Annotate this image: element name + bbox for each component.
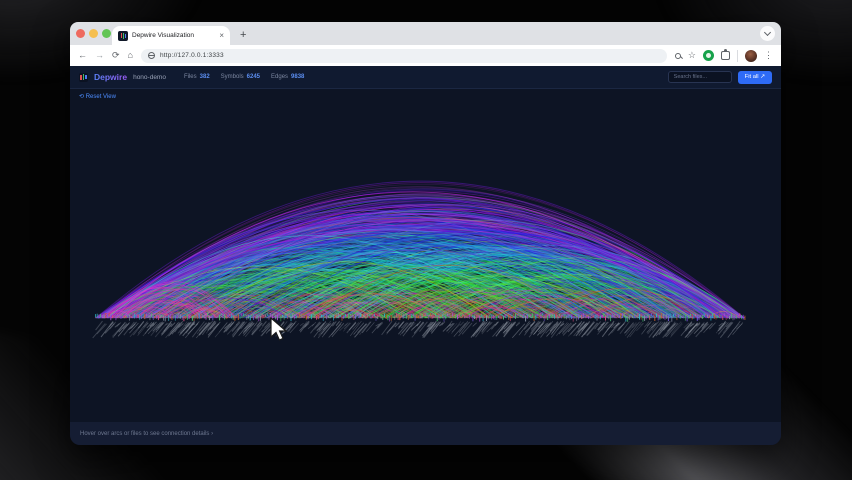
stats-bar: Files 382 Symbols 6245 Edges 9838	[184, 74, 304, 80]
app-footer: Hover over arcs or files to see connecti…	[70, 422, 781, 445]
depwire-logo-icon	[79, 72, 88, 82]
extension-icon[interactable]	[703, 50, 714, 61]
tab-search-button[interactable]	[760, 26, 775, 41]
back-button[interactable]: ←	[78, 51, 87, 60]
url-bar[interactable]: http://127.0.0.1:3333	[140, 48, 667, 63]
browser-tab[interactable]: Depwire Visualization ×	[112, 26, 230, 45]
close-window-button[interactable]	[76, 29, 85, 38]
minimize-window-button[interactable]	[89, 29, 98, 38]
tab-close-icon[interactable]: ×	[219, 31, 224, 40]
browser-toolbar: ← → ⟳ ⌂ http://127.0.0.1:3333 ☆ ⋮	[70, 45, 781, 66]
stat-edges: Edges 9838	[271, 74, 305, 80]
site-info-icon[interactable]	[147, 52, 155, 59]
home-button[interactable]: ⌂	[128, 51, 133, 60]
profile-avatar[interactable]	[745, 49, 757, 62]
app-header: Depwire hono-demo Files 382 Symbols 6245…	[70, 66, 781, 89]
browser-window: Depwire Visualization × + ← → ⟳ ⌂ http:/…	[70, 22, 781, 445]
bookmark-star-icon[interactable]: ☆	[688, 51, 696, 60]
chevron-down-icon	[763, 28, 772, 37]
search-input[interactable]	[667, 71, 732, 83]
page-content: Depwire hono-demo Files 382 Symbols 6245…	[70, 66, 781, 445]
extensions-puzzle-icon[interactable]	[721, 49, 730, 60]
arc-diagram[interactable]	[70, 89, 781, 422]
reload-button[interactable]: ⟳	[112, 51, 120, 60]
url-text: http://127.0.0.1:3333	[159, 52, 224, 59]
stat-symbols: Symbols 6245	[220, 74, 261, 80]
search-icon[interactable]	[674, 52, 681, 59]
zoom-window-button[interactable]	[102, 29, 111, 38]
browser-menu-icon[interactable]: ⋮	[764, 51, 773, 60]
forward-button[interactable]: →	[95, 51, 104, 60]
toolbar-actions: ☆ ⋮	[674, 49, 773, 62]
toolbar-divider	[737, 49, 738, 62]
app-brand: Depwire	[94, 72, 128, 82]
project-name: hono-demo	[133, 73, 166, 81]
footer-hint-text: Hover over arcs or files to see connecti…	[80, 430, 214, 437]
stat-files: Files 382	[183, 74, 210, 80]
fit-all-button[interactable]: Fit all ↗	[737, 70, 772, 84]
new-tab-button[interactable]: +	[240, 28, 246, 42]
tab-title: Depwire Visualization	[132, 32, 195, 39]
tab-strip: Depwire Visualization × +	[70, 22, 781, 45]
tab-favicon-icon	[118, 30, 128, 41]
